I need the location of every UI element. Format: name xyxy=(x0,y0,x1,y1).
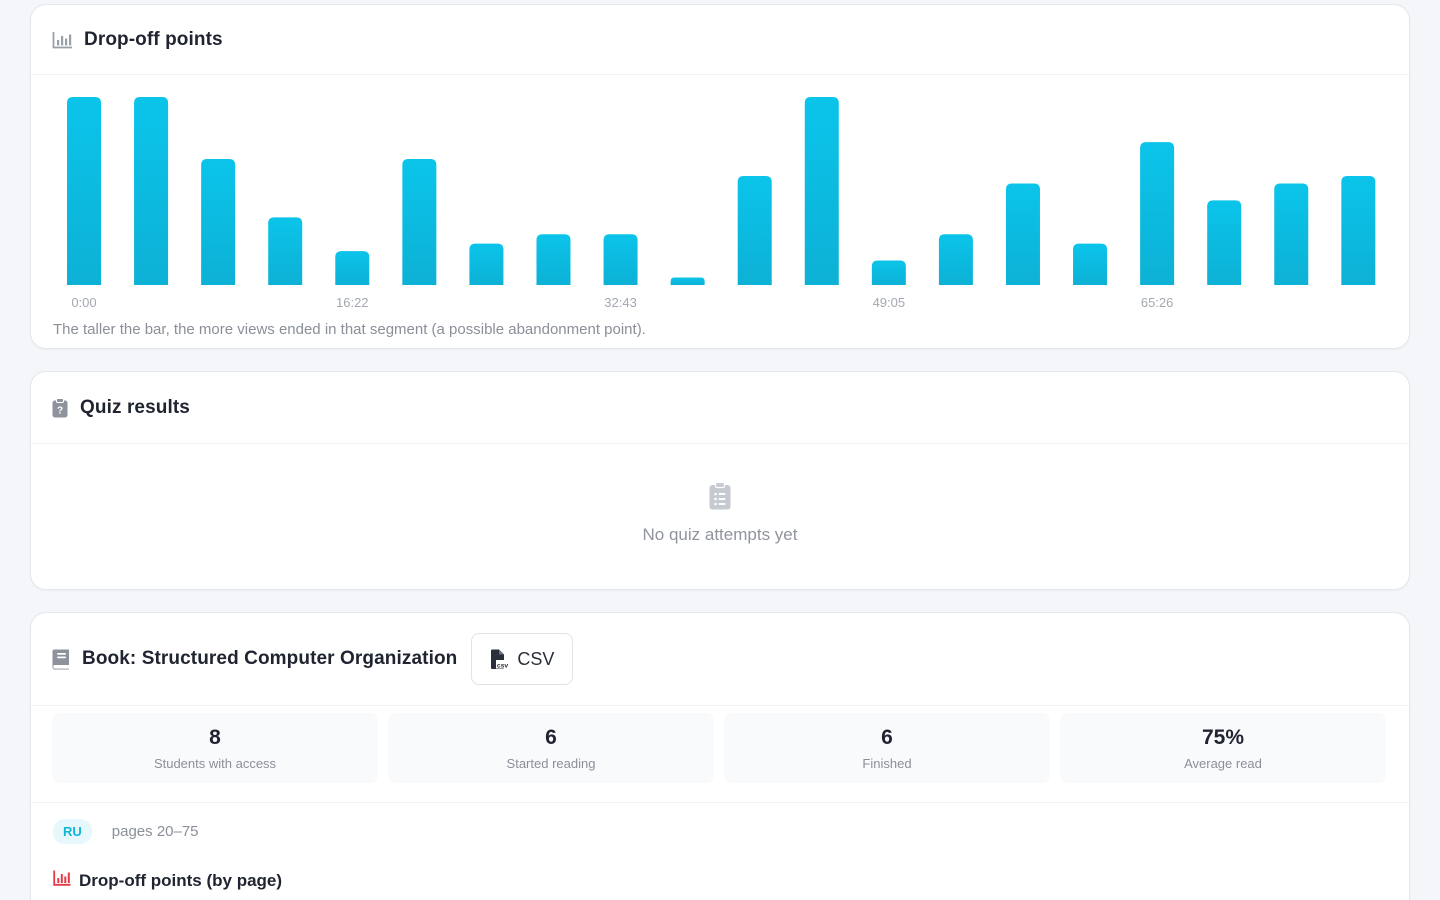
stat-label: Students with access xyxy=(153,755,277,771)
dropoff-bar[interactable] xyxy=(871,260,906,285)
stat-finished: 6 Finished xyxy=(724,713,1050,783)
quiz-empty-text: No quiz attempts yet xyxy=(642,525,798,544)
dropoff-bar[interactable] xyxy=(1274,183,1309,285)
stat-started-reading: 6 Started reading xyxy=(388,713,714,783)
csv-button-label: CSV xyxy=(517,648,555,669)
book-title: Book: Structured Computer Organization xyxy=(82,648,458,669)
x-tick-label: 16:22 xyxy=(336,295,369,310)
dropoff-bar[interactable] xyxy=(1140,142,1175,285)
dropoff-title: Drop-off points xyxy=(84,28,223,50)
stat-value: 75% xyxy=(1201,725,1245,749)
bar-chart-icon xyxy=(53,870,71,891)
book-card-header: Book: Structured Computer Organization c… xyxy=(31,613,1409,706)
stat-label: Average read xyxy=(1184,755,1262,771)
dropoff-bar[interactable] xyxy=(268,217,303,285)
csv-file-icon: csv xyxy=(490,649,510,669)
quiz-card-header: ? Quiz results xyxy=(31,372,1409,444)
book-language-row: RU pages 20–75 xyxy=(53,819,199,844)
stat-average-read: 75% Average read xyxy=(1060,713,1386,783)
dropoff-caption: The taller the bar, the more views ended… xyxy=(53,321,646,338)
bar-chart-icon xyxy=(52,31,73,49)
book-dropoff-title: Drop-off points (by page) xyxy=(79,870,283,890)
dropoff-bar[interactable] xyxy=(201,159,236,285)
book-stats-row: 8 Students with access 6 Started reading… xyxy=(52,713,1386,783)
dropoff-bar[interactable] xyxy=(1073,243,1108,285)
book-divider xyxy=(31,802,1409,803)
stat-value: 6 xyxy=(545,725,557,749)
dropoff-bar[interactable] xyxy=(469,243,504,285)
stat-label: Finished xyxy=(862,755,912,771)
x-tick-label: 49:05 xyxy=(873,295,906,310)
quiz-title: Quiz results xyxy=(80,396,190,418)
quiz-card: ? Quiz results No quiz attempts yet xyxy=(30,371,1410,590)
dropoff-bar[interactable] xyxy=(335,251,370,285)
dropoff-bar[interactable] xyxy=(603,234,638,285)
book-dropoff-heading: Drop-off points (by page) xyxy=(53,870,282,891)
quiz-empty-state: No quiz attempts yet xyxy=(31,481,1409,545)
dropoff-bar[interactable] xyxy=(1207,200,1242,285)
pages-range: pages 20–75 xyxy=(111,823,199,840)
dropoff-bar[interactable] xyxy=(536,234,571,285)
x-tick-label: 0:00 xyxy=(71,295,96,310)
dropoff-bar[interactable] xyxy=(670,277,705,285)
svg-text:?: ? xyxy=(57,405,63,416)
dropoff-bar[interactable] xyxy=(1005,183,1040,285)
x-tick-label: 65:26 xyxy=(1141,295,1174,310)
dropoff-chart-svg: 0:00 16:22 32:43 49:05 65:26 xyxy=(67,97,1376,310)
stat-label: Started reading xyxy=(506,755,596,771)
book-icon xyxy=(52,649,70,670)
dropoff-card-header: Drop-off points xyxy=(31,5,1409,75)
dropoff-bar[interactable] xyxy=(134,97,169,285)
clipboard-list-icon xyxy=(709,481,731,515)
csv-export-button[interactable]: csv CSV xyxy=(471,633,574,685)
dropoff-bar[interactable] xyxy=(737,175,772,285)
dropoff-bar[interactable] xyxy=(1341,175,1376,285)
language-badge: RU xyxy=(53,819,92,844)
stat-students-with-access: 8 Students with access xyxy=(52,713,378,783)
dropoff-bar[interactable] xyxy=(938,234,973,285)
dropoff-chart: 0:00 16:22 32:43 49:05 65:26 xyxy=(31,75,1409,315)
book-card: Book: Structured Computer Organization c… xyxy=(30,612,1410,900)
dropoff-card: Drop-off points 0:00 16:22 32:43 49:05 65:26… xyxy=(30,4,1410,349)
clipboard-question-icon: ? xyxy=(52,397,68,418)
dropoff-bar[interactable] xyxy=(402,159,437,285)
svg-text:csv: csv xyxy=(497,662,509,669)
x-tick-label: 32:43 xyxy=(604,295,637,310)
stat-value: 6 xyxy=(881,725,893,749)
stat-value: 8 xyxy=(209,725,221,749)
dropoff-bar[interactable] xyxy=(67,97,101,285)
dropoff-bar[interactable] xyxy=(804,97,839,285)
